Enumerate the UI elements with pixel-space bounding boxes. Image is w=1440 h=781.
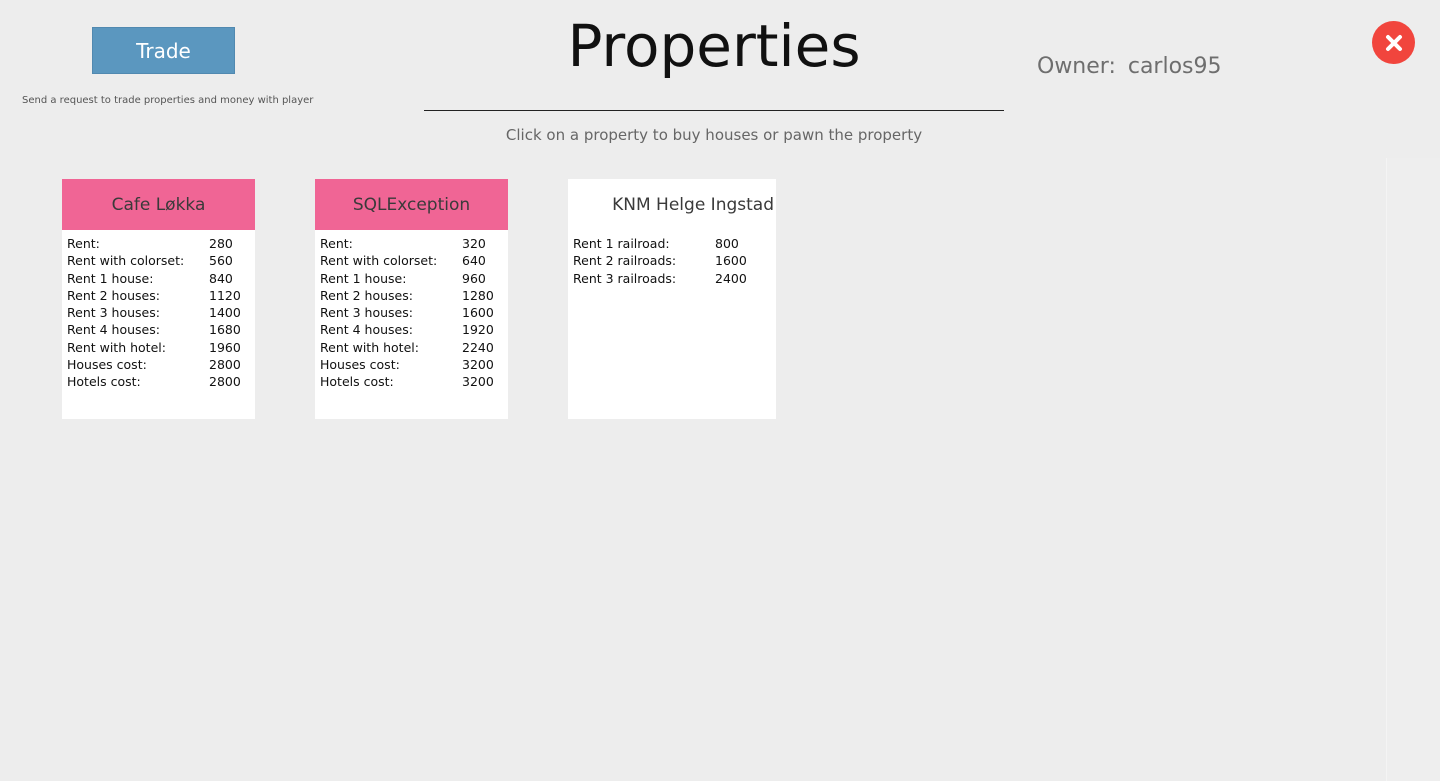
rent-row: Rent 3 houses: 1600: [320, 304, 508, 321]
rent-row: Rent 3 railroads: 2400: [573, 270, 776, 287]
rent-row-label: Rent 4 houses:: [67, 322, 160, 338]
rent-row-value: 320: [462, 236, 486, 251]
rent-row: Rent with hotel: 1960: [67, 339, 255, 356]
rent-row-value: 1600: [715, 253, 747, 269]
rent-row-value: 280: [209, 236, 233, 251]
cost-row-value: 2800: [209, 374, 241, 390]
rent-row-label: Rent:: [320, 236, 353, 251]
rent-row-label: Rent with colorset:: [67, 253, 185, 269]
rent-row-label: Rent 1 house:: [67, 270, 154, 286]
rent-row: Rent with hotel: 2240: [320, 339, 508, 356]
title-divider: [424, 110, 1004, 111]
cost-row-value: 2800: [209, 357, 241, 373]
rent-row-value: 960: [462, 270, 486, 286]
owner-name: carlos95: [1127, 54, 1222, 79]
close-icon: [1385, 34, 1402, 51]
rent-row: Rent 3 houses: 1400: [67, 304, 255, 321]
cost-row: Houses cost: 3200: [320, 356, 508, 373]
rent-row-label: Rent 1 house:: [320, 270, 407, 286]
rent-row-value: 1920: [462, 322, 494, 338]
rent-row-label: Rent 4 houses:: [320, 322, 413, 338]
rent-row-value: 800: [715, 236, 739, 251]
owner-info: Owner: carlos95: [1037, 54, 1222, 79]
rent-row-value: 1400: [209, 305, 241, 321]
rent-row-value: 1960: [209, 339, 241, 355]
cost-row: Hotels cost: 2800: [67, 373, 255, 390]
property-card-title: SQLException: [315, 179, 508, 230]
property-rent-list: Rent: 280 Rent with colorset: 560 Rent 1 h…: [62, 230, 255, 391]
rent-row-value: 840: [209, 270, 233, 286]
cost-row: Houses cost: 2800: [67, 356, 255, 373]
rent-row-value: 640: [462, 253, 486, 269]
rent-row-value: 2400: [715, 270, 747, 286]
property-card-knm-helge-ingstad[interactable]: KNM Helge Ingstad Rent 1 railroad: 800 Re…: [568, 179, 776, 419]
rent-row-label: Rent 3 railroads:: [573, 270, 677, 286]
rent-row: Rent: 280: [67, 235, 255, 252]
rent-row-value: 1680: [209, 322, 241, 338]
rent-row: Rent with colorset: 560: [67, 252, 255, 269]
rent-row-label: Rent:: [67, 236, 100, 251]
cost-row: Hotels cost: 3200: [320, 373, 508, 390]
trade-hint: Send a request to trade properties and m…: [22, 95, 314, 106]
property-card-title: Cafe Løkka: [62, 179, 255, 230]
right-panel-edge: [1386, 158, 1440, 781]
cost-row-value: 3200: [462, 357, 494, 373]
owner-label: Owner:: [1037, 54, 1116, 79]
trade-button[interactable]: Trade: [92, 27, 235, 74]
rent-row-label: Rent with colorset:: [320, 253, 438, 269]
rent-row-value: 1120: [209, 287, 241, 303]
property-card-cafe-lokka[interactable]: Cafe Løkka Rent: 280 Rent with colorset: 5…: [62, 179, 255, 419]
property-card-sqlexception[interactable]: SQLException Rent: 320 Rent with colorset…: [315, 179, 508, 419]
rent-row-value: 1600: [462, 305, 494, 321]
rent-row-label: Rent 1 railroad:: [573, 236, 670, 251]
cost-row-label: Houses cost:: [67, 357, 147, 373]
properties-page: Trade Send a request to trade properties…: [0, 0, 1440, 781]
rent-row-label: Rent 2 houses:: [67, 287, 160, 303]
close-button[interactable]: [1372, 21, 1415, 64]
cost-row-label: Houses cost:: [320, 357, 400, 373]
property-card-title: KNM Helge Ingstad: [568, 179, 776, 230]
page-title: Properties: [567, 12, 861, 80]
rent-row-label: Rent 2 railroads:: [573, 253, 677, 269]
rent-row: Rent 4 houses: 1920: [320, 321, 508, 338]
rent-row-label: Rent with hotel:: [67, 339, 166, 355]
rent-row-label: Rent 3 houses:: [67, 305, 160, 321]
rent-row: Rent 4 houses: 1680: [67, 321, 255, 338]
rent-row: Rent 1 house: 840: [67, 270, 255, 287]
rent-row-label: Rent 2 houses:: [320, 287, 413, 303]
cost-row-label: Hotels cost:: [320, 374, 394, 390]
rent-row: Rent with colorset: 640: [320, 252, 508, 269]
rent-row-value: 2240: [462, 339, 494, 355]
cost-row-label: Hotels cost:: [67, 374, 141, 390]
rent-row-value: 560: [209, 253, 233, 269]
rent-row: Rent 2 houses: 1280: [320, 287, 508, 304]
rent-row: Rent 1 house: 960: [320, 270, 508, 287]
cost-row-value: 3200: [462, 374, 494, 390]
property-rent-list: Rent: 320 Rent with colorset: 640 Rent 1 h…: [315, 230, 508, 391]
property-rent-list: Rent 1 railroad: 800 Rent 2 railroads: 160…: [568, 230, 776, 287]
rent-row-label: Rent 3 houses:: [320, 305, 413, 321]
page-subtitle: Click on a property to buy houses or paw…: [505, 126, 923, 144]
rent-row-label: Rent with hotel:: [320, 339, 419, 355]
rent-row: Rent 1 railroad: 800: [573, 235, 776, 252]
rent-row: Rent 2 railroads: 1600: [573, 252, 776, 269]
rent-row-value: 1280: [462, 287, 494, 303]
rent-row: Rent: 320: [320, 235, 508, 252]
rent-row: Rent 2 houses: 1120: [67, 287, 255, 304]
